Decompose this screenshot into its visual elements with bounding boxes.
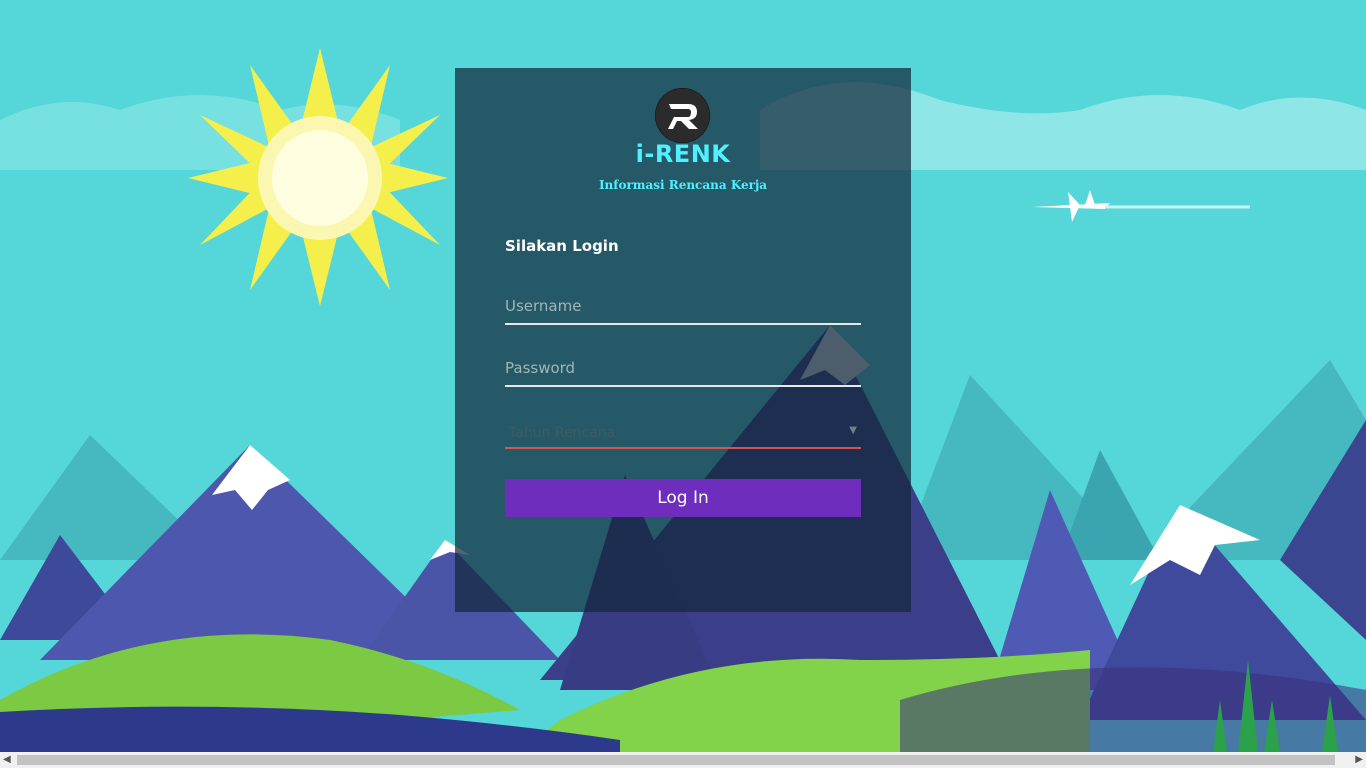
password-field-wrapper — [505, 351, 861, 387]
chevron-down-icon: ▼ — [849, 425, 857, 436]
r-logo-icon — [655, 88, 710, 143]
year-select[interactable]: Tahun Rencana ▼ — [505, 413, 861, 449]
login-panel: i-RENK Informasi Rencana Kerja Silakan L… — [455, 68, 911, 612]
app-subtitle: Informasi Rencana Kerja — [598, 178, 768, 192]
year-select-placeholder: Tahun Rencana — [509, 425, 616, 441]
scroll-left-icon[interactable]: ◀ — [3, 754, 11, 765]
login-button[interactable]: Log In — [505, 479, 861, 517]
username-field-wrapper — [505, 289, 861, 325]
login-heading: Silakan Login — [505, 237, 619, 255]
horizontal-scrollbar[interactable]: ◀ ▶ — [0, 752, 1366, 768]
scrollbar-thumb[interactable] — [17, 755, 1335, 765]
username-input[interactable] — [505, 289, 861, 323]
app-title: i-RENK — [635, 140, 731, 168]
scroll-right-icon[interactable]: ▶ — [1355, 754, 1363, 765]
password-input[interactable] — [505, 351, 861, 385]
